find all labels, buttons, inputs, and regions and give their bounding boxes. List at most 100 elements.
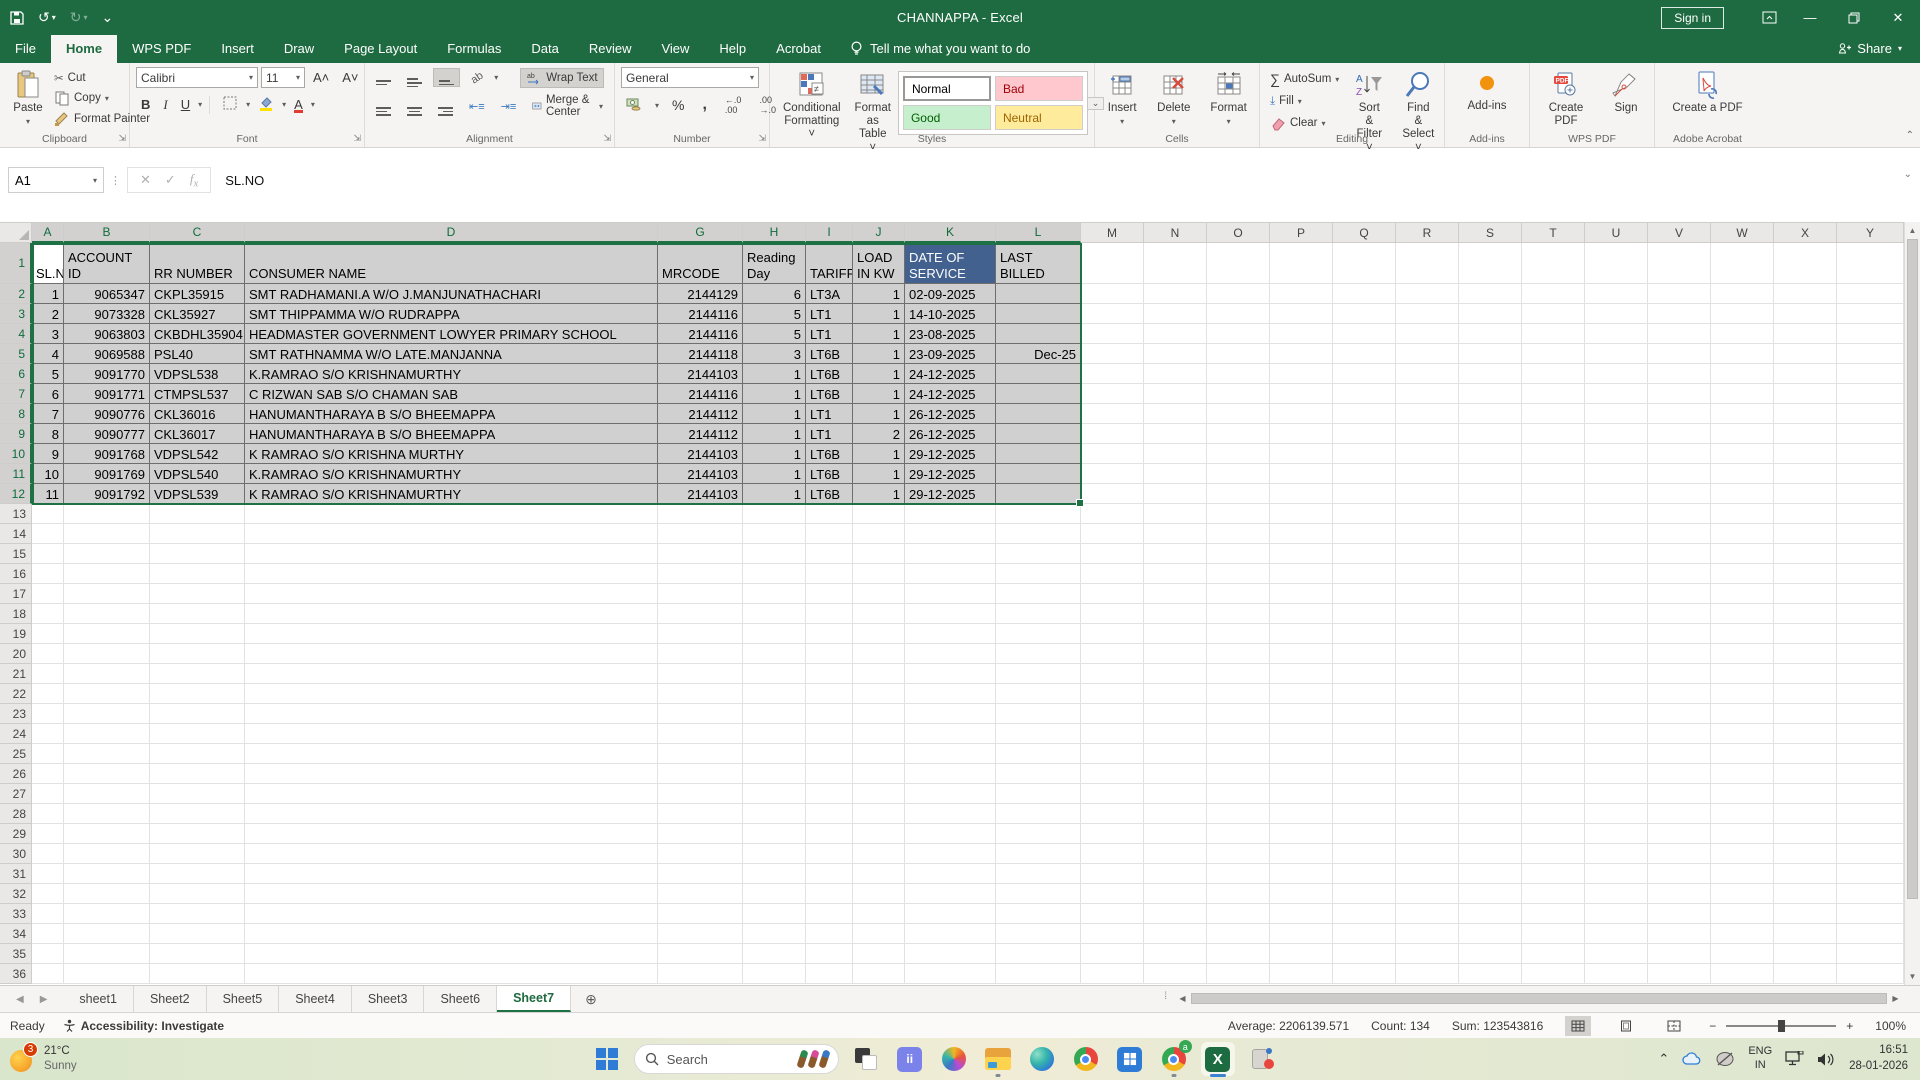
grid-cell[interactable] [1459, 584, 1522, 604]
row-header-12[interactable]: 12 [0, 484, 32, 504]
grid-cell[interactable] [1522, 804, 1585, 824]
grid-cell[interactable] [743, 504, 806, 524]
grid-cell[interactable] [1648, 844, 1711, 864]
grid-cell[interactable]: 24-12-2025 [905, 364, 996, 384]
grid-cell[interactable] [658, 564, 743, 584]
grid-cell[interactable] [1585, 884, 1648, 904]
grid-cell[interactable] [806, 604, 853, 624]
grid-cell[interactable] [1396, 364, 1459, 384]
grid-cell[interactable]: HANUMANTHARAYA B S/O BHEEMAPPA [245, 404, 658, 424]
grid-cell[interactable] [1522, 704, 1585, 724]
grid-cell[interactable] [806, 944, 853, 964]
grid-cell[interactable] [1774, 924, 1837, 944]
column-header-H[interactable]: H [743, 222, 806, 243]
minimize-button[interactable]: — [1788, 0, 1832, 35]
grid-cell[interactable] [1648, 444, 1711, 464]
grid-cell[interactable] [1774, 544, 1837, 564]
grid-cell[interactable] [658, 704, 743, 724]
row-header-25[interactable]: 25 [0, 744, 32, 764]
grid-cell[interactable] [1081, 504, 1144, 524]
grid-cell[interactable] [905, 924, 996, 944]
grid-cell[interactable] [1333, 364, 1396, 384]
grid-cell[interactable] [1837, 384, 1904, 404]
grid-cell[interactable]: LT6B [806, 364, 853, 384]
start-button[interactable] [590, 1042, 624, 1076]
grid-cell[interactable]: CKL36017 [150, 424, 245, 444]
row-header-34[interactable]: 34 [0, 924, 32, 944]
grid-cell[interactable] [743, 764, 806, 784]
grid-cell[interactable] [64, 724, 150, 744]
grid-cell[interactable] [1585, 784, 1648, 804]
grid-cell[interactable] [1270, 284, 1333, 304]
grid-cell[interactable]: VDPSL542 [150, 444, 245, 464]
horizontal-scroll-thumb[interactable] [1191, 993, 1887, 1004]
grid-cell[interactable] [64, 624, 150, 644]
grid-cell[interactable] [1459, 504, 1522, 524]
grid-cell[interactable] [1585, 384, 1648, 404]
grid-cell[interactable] [32, 624, 64, 644]
grid-cell[interactable] [150, 684, 245, 704]
grid-cell[interactable] [32, 764, 64, 784]
copilot-icon[interactable] [937, 1042, 971, 1076]
row-header-5[interactable]: 5 [0, 344, 32, 364]
grid-cell[interactable] [806, 684, 853, 704]
grid-cell[interactable]: VDPSL539 [150, 484, 245, 504]
grid-cell[interactable] [996, 544, 1081, 564]
grid-cell[interactable] [1585, 744, 1648, 764]
grid-cell[interactable] [1144, 604, 1207, 624]
grid-cell[interactable] [1585, 944, 1648, 964]
grid-cell[interactable] [1333, 604, 1396, 624]
grid-cell[interactable] [1522, 243, 1585, 284]
grid-cell[interactable] [1774, 844, 1837, 864]
row-header-9[interactable]: 9 [0, 424, 32, 444]
grid-cell[interactable] [905, 664, 996, 684]
grid-cell[interactable] [853, 684, 905, 704]
grid-cell[interactable] [1270, 844, 1333, 864]
sheet-tab-sheet2[interactable]: Sheet2 [134, 986, 207, 1012]
grid-cell[interactable] [1585, 824, 1648, 844]
grid-cell[interactable] [905, 744, 996, 764]
decrease-indent-button[interactable]: ⇤≡ [464, 99, 490, 114]
grid-cell[interactable] [1081, 604, 1144, 624]
grid-cell[interactable] [1459, 704, 1522, 724]
grid-cell[interactable] [1144, 404, 1207, 424]
grid-cell[interactable] [658, 544, 743, 564]
grid-cell[interactable]: 9091768 [64, 444, 150, 464]
share-button[interactable]: Share ▾ [1820, 35, 1920, 63]
grid-cell[interactable] [1522, 544, 1585, 564]
grid-cell[interactable] [1837, 544, 1904, 564]
grid-cell[interactable] [1837, 524, 1904, 544]
grid-cell[interactable] [743, 924, 806, 944]
grid-cell[interactable] [1585, 464, 1648, 484]
grid-cell[interactable]: 3 [32, 324, 64, 344]
grid-cell[interactable]: 23-09-2025 [905, 344, 996, 364]
column-header-J[interactable]: J [853, 222, 905, 243]
row-header-21[interactable]: 21 [0, 664, 32, 684]
column-header-S[interactable]: S [1459, 222, 1522, 243]
grid-cell[interactable] [1081, 464, 1144, 484]
enter-icon[interactable]: ✓ [165, 172, 176, 188]
grid-cell[interactable] [1711, 404, 1774, 424]
grid-cell[interactable] [1522, 624, 1585, 644]
grid-cell[interactable] [1396, 784, 1459, 804]
grid-cell[interactable] [1270, 924, 1333, 944]
grid-cell[interactable] [853, 944, 905, 964]
row-header-30[interactable]: 30 [0, 844, 32, 864]
grid-cell[interactable] [658, 624, 743, 644]
grid-cell[interactable] [853, 904, 905, 924]
grid-cell[interactable] [1837, 864, 1904, 884]
grid-cell[interactable] [1333, 944, 1396, 964]
grid-cell[interactable] [1333, 384, 1396, 404]
grid-cell[interactable] [64, 644, 150, 664]
grid-cell[interactable] [1774, 804, 1837, 824]
grid-cell[interactable] [1837, 764, 1904, 784]
grid-cell[interactable] [1144, 504, 1207, 524]
grid-cell[interactable]: CTMPSL537 [150, 384, 245, 404]
grid-cell[interactable] [1144, 304, 1207, 324]
grid-cell[interactable] [1144, 804, 1207, 824]
tab-acrobat[interactable]: Acrobat [761, 35, 836, 63]
grid-cell[interactable] [1774, 724, 1837, 744]
grid-cell[interactable]: 1 [32, 284, 64, 304]
style-good[interactable]: Good [902, 105, 991, 130]
grid-cell[interactable] [1837, 664, 1904, 684]
